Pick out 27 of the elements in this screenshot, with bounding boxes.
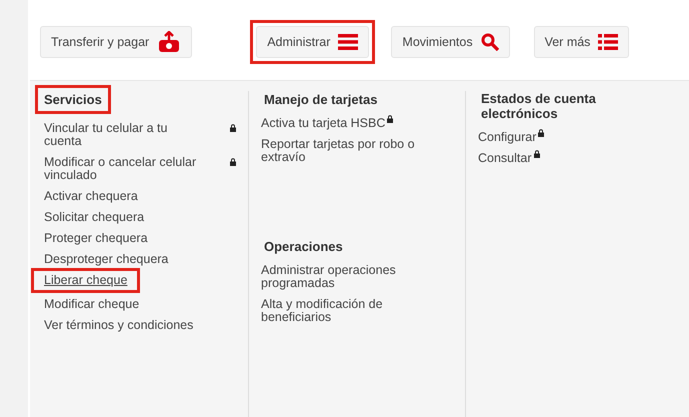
search-icon: [480, 33, 499, 51]
nav-button[interactable]: Transferir y pagar: [40, 26, 192, 58]
menu-icon: [338, 34, 358, 50]
menu-link[interactable]: Consultar: [475, 149, 534, 168]
menu-link[interactable]: Reportar tarjetas por robo o extravío: [258, 135, 426, 167]
menu-link[interactable]: Liberar cheque: [31, 268, 140, 293]
nav-button[interactable]: Administrar: [256, 26, 370, 58]
nav-button[interactable]: Movimientos: [391, 26, 510, 58]
section-heading: Servicios: [35, 85, 111, 114]
menu-link[interactable]: Proteger chequera: [41, 229, 151, 248]
menu-link[interactable]: Modificar o cancelar celular vinculado: [41, 153, 209, 185]
menu-link[interactable]: Desproteger chequera: [41, 250, 172, 269]
menu-link[interactable]: Ver términos y condiciones: [41, 316, 196, 335]
menu-link[interactable]: Alta y modificación de beneficiarios: [258, 295, 426, 327]
section-heading: Manejo de tarjetas: [263, 91, 378, 109]
section-heading: Operaciones: [263, 238, 344, 256]
section-heading: Estados de cuenta electrónicos: [480, 90, 597, 123]
menu-link[interactable]: Modificar cheque: [41, 295, 142, 314]
menu-link[interactable]: Activar chequera: [41, 187, 141, 206]
menu-link[interactable]: Administrar operaciones programadas: [258, 261, 426, 293]
menu-link[interactable]: Configurar: [475, 128, 540, 147]
upload-box-icon: [157, 31, 182, 53]
menu-link[interactable]: Solicitar chequera: [41, 208, 148, 227]
list-icon: [598, 34, 618, 50]
menu-link[interactable]: Activa tu tarjeta HSBC: [258, 114, 388, 133]
nav-button[interactable]: Ver más: [534, 26, 630, 58]
menu-link[interactable]: Vincular tu celular a tu cuenta: [41, 119, 209, 151]
